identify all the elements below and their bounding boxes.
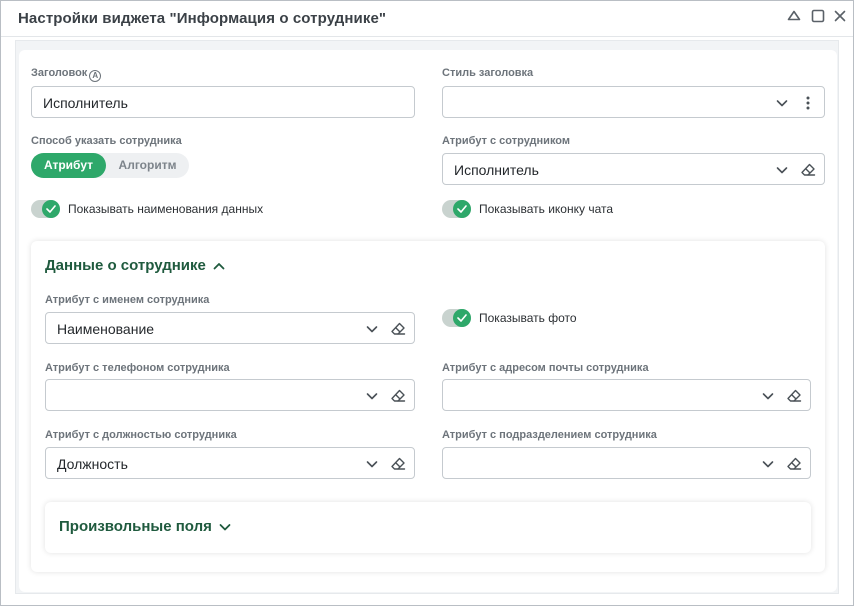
show-photo-row: Показывать фото bbox=[442, 308, 577, 328]
email-attr-label: Атрибут с адресом почты сотрудника bbox=[442, 362, 649, 374]
header-input-value: Исполнитель bbox=[43, 95, 128, 111]
eraser-icon[interactable] bbox=[800, 162, 816, 178]
show-chat-icon-toggle[interactable] bbox=[442, 200, 471, 218]
eraser-icon[interactable] bbox=[786, 388, 802, 404]
phone-attr-label: Атрибут с телефоном сотрудника bbox=[45, 362, 230, 374]
employee-mode-switch: Атрибут Алгоритм bbox=[31, 153, 189, 178]
show-data-names-toggle[interactable] bbox=[31, 200, 60, 218]
eraser-icon[interactable] bbox=[390, 388, 406, 404]
maximize-window-button[interactable] bbox=[809, 7, 827, 25]
employee-attr-select[interactable]: Исполнитель bbox=[442, 153, 825, 185]
show-data-names-row: Показывать наименования данных bbox=[31, 199, 263, 219]
window-title: Настройки виджета "Информация о сотрудни… bbox=[18, 10, 387, 27]
chevron-down-icon[interactable] bbox=[774, 95, 790, 111]
titlebar: Настройки виджета "Информация о сотрудни… bbox=[1, 1, 853, 37]
position-attr-value: Должность bbox=[57, 456, 128, 472]
eraser-icon[interactable] bbox=[390, 456, 406, 472]
check-icon bbox=[457, 205, 467, 213]
eraser-icon[interactable] bbox=[786, 456, 802, 472]
chevron-down-icon[interactable] bbox=[774, 162, 790, 178]
employee-mode-label: Способ указать сотрудника bbox=[31, 135, 182, 147]
position-attr-select[interactable]: Должность bbox=[45, 447, 415, 479]
employee-data-title: Данные о сотруднике bbox=[45, 257, 206, 274]
chevron-down-icon bbox=[219, 523, 231, 530]
settings-window: Настройки виджета "Информация о сотрудни… bbox=[0, 0, 854, 606]
chevron-up-icon bbox=[213, 262, 225, 269]
header-input[interactable]: Исполнитель bbox=[31, 86, 415, 118]
show-photo-toggle[interactable] bbox=[442, 309, 471, 327]
chevron-down-icon[interactable] bbox=[760, 456, 776, 472]
header-style-label: Стиль заголовка bbox=[442, 67, 534, 79]
mode-option-algorithm[interactable]: Алгоритм bbox=[106, 153, 189, 178]
check-icon bbox=[457, 314, 467, 322]
employee-data-header[interactable]: Данные о сотруднике bbox=[45, 257, 226, 274]
show-chat-icon-row: Показывать иконку чата bbox=[442, 199, 613, 219]
position-attr-label: Атрибут с должностью сотрудника bbox=[45, 429, 237, 441]
show-chat-icon-label: Показывать иконку чата bbox=[479, 202, 614, 216]
custom-fields-header[interactable]: Произвольные поля bbox=[59, 518, 232, 535]
show-data-names-label: Показывать наименования данных bbox=[68, 202, 264, 216]
chevron-down-icon[interactable] bbox=[364, 456, 380, 472]
info-icon[interactable]: A bbox=[89, 70, 102, 82]
employee-attr-label: Атрибут с сотрудником bbox=[442, 135, 571, 147]
collapse-window-button[interactable] bbox=[785, 7, 803, 25]
custom-fields-title: Произвольные поля bbox=[59, 518, 212, 535]
header-style-select[interactable] bbox=[442, 86, 825, 118]
mode-option-attribute[interactable]: Атрибут bbox=[31, 153, 106, 178]
department-attr-label: Атрибут с подразделением сотрудника bbox=[442, 429, 657, 441]
employee-attr-value: Исполнитель bbox=[454, 162, 539, 178]
email-attr-select[interactable] bbox=[442, 379, 811, 411]
chevron-down-icon[interactable] bbox=[760, 388, 776, 404]
eraser-icon[interactable] bbox=[390, 321, 406, 337]
phone-attr-select[interactable] bbox=[45, 379, 415, 411]
chevron-down-icon[interactable] bbox=[364, 321, 380, 337]
square-icon bbox=[811, 9, 825, 23]
check-icon bbox=[46, 205, 56, 213]
header-label: Заголовок A bbox=[31, 67, 102, 82]
close-icon bbox=[834, 10, 846, 22]
caret-up-icon bbox=[787, 10, 801, 21]
name-attr-select[interactable]: Наименование bbox=[45, 312, 415, 344]
chevron-down-icon[interactable] bbox=[364, 388, 380, 404]
show-photo-label: Показывать фото bbox=[479, 311, 577, 325]
kebab-icon[interactable] bbox=[800, 95, 816, 111]
department-attr-select[interactable] bbox=[442, 447, 811, 479]
name-attr-value: Наименование bbox=[57, 321, 155, 337]
close-window-button[interactable] bbox=[831, 7, 849, 25]
name-attr-label: Атрибут с именем сотрудника bbox=[45, 294, 210, 306]
